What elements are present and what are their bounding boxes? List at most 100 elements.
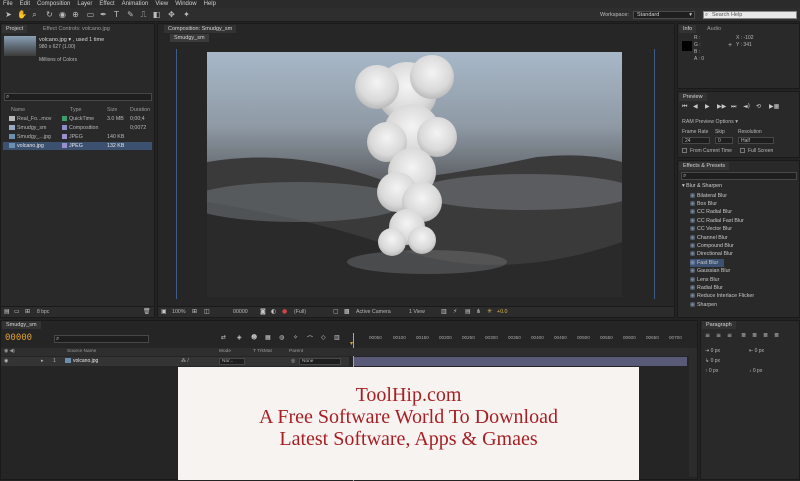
menu-animation[interactable]: Animation [122,1,149,7]
effect-item[interactable]: CC Vector Blur [690,225,732,233]
column-name[interactable]: Name [11,106,25,114]
play-icon[interactable]: ▶ [705,103,710,110]
always-preview-icon[interactable]: ▣ [161,308,167,315]
workspace-select[interactable]: Standard ▾ [633,11,695,19]
comp-mini-flowchart-icon[interactable]: ⇄ [221,334,226,341]
current-time[interactable]: 00000 [233,309,248,315]
timeline-scrollbar[interactable] [689,349,697,477]
exposure-icon[interactable]: ✳ [487,308,492,315]
column-mode[interactable]: Mode [219,348,231,356]
selection-tool-icon[interactable]: ➤ [4,10,13,19]
column-type[interactable]: Type [70,106,81,114]
from-current-time-checkbox[interactable] [682,148,687,153]
rectangle-tool-icon[interactable]: ▭ [86,10,95,19]
frame-blending-icon[interactable]: ▦ [265,334,271,341]
previous-frame-icon[interactable]: ◀ [693,103,698,110]
camera-tool-icon[interactable]: ◉ [58,10,67,19]
justify-all-icon[interactable]: ≣ [774,332,779,339]
layer-switches[interactable]: ⁂ / [181,357,189,366]
effect-item[interactable]: Sharpen [690,301,717,309]
loop-icon[interactable]: ⟲ [756,103,761,110]
menu-window[interactable]: Window [175,1,196,7]
transparency-grid-icon[interactable]: ▩ [344,308,350,315]
column-trkmat[interactable]: T TrkMat [253,348,272,356]
menu-composition[interactable]: Composition [37,1,70,7]
zoom-tool-icon[interactable]: ⌕ [30,10,39,19]
project-item[interactable]: Smudgy_sm Composition 0;0072 [3,124,152,132]
resolution-select[interactable]: (Full) [294,309,306,315]
eye-icon[interactable]: ◉ [4,357,8,366]
column-parent[interactable]: Parent [289,348,303,356]
color-channel-icon[interactable]: ● [282,308,287,315]
effects-search-input[interactable]: ⌕ [681,172,797,180]
tab-effect-controls[interactable]: Effect Controls: volcano.jpg [39,25,114,33]
rotate-tool-icon[interactable]: ↻ [45,10,54,19]
effects-category[interactable]: ▾ Blur & Sharpen [682,183,722,189]
brainstorm-icon[interactable]: ✧ [293,334,298,341]
frame-rate-select[interactable]: 24 [682,137,710,144]
expand-arrow-icon[interactable]: ▸ [41,357,44,366]
trash-icon[interactable]: 🗑 [143,308,151,315]
eraser-tool-icon[interactable]: ◧ [152,10,161,19]
bpc-label[interactable]: 8 bpc [37,309,49,315]
space-before-value[interactable]: ↑ 0 px [705,368,718,374]
effect-item[interactable]: Compound Blur [690,242,734,250]
next-frame-icon[interactable]: ▶▶ [717,103,726,110]
effect-item-selected[interactable]: Fast Blur [690,258,725,268]
justify-right-icon[interactable]: ≣ [763,332,768,339]
hide-shy-layers-icon[interactable]: ☻ [251,334,257,341]
menu-layer[interactable]: Layer [77,1,92,7]
column-source-name[interactable]: Source Name [67,348,96,356]
tab-preview[interactable]: Preview [679,93,707,101]
composition-viewer-image[interactable] [207,52,622,297]
flowchart-icon[interactable]: ⋔ [476,308,481,315]
tab-audio[interactable]: Audio [703,25,725,33]
time-ruler[interactable]: 00050 00100 00150 00200 00250 00300 0035… [351,333,691,345]
draft-3d-icon[interactable]: ◈ [237,334,242,341]
align-right-icon[interactable]: ≡ [727,332,732,339]
space-after-value[interactable]: ↓ 0 px [749,368,762,374]
menu-edit[interactable]: Edit [20,1,30,7]
pan-behind-tool-icon[interactable]: ⊕ [71,10,80,19]
resolution-select[interactable]: Half [738,137,774,144]
justify-center-icon[interactable]: ≣ [752,332,757,339]
graph-editor-icon[interactable]: ⌒ [307,334,313,343]
tab-composition[interactable]: Composition: Smudgy_sm [164,25,237,33]
menu-effect[interactable]: Effect [99,1,114,7]
camera-select[interactable]: Active Camera [356,309,391,315]
view-layout-select[interactable]: 1 View [409,309,425,315]
project-item-selected[interactable]: volcano.jpg JPEG 132 KB [3,142,152,150]
menu-view[interactable]: View [155,1,168,7]
layer-parent-select[interactable]: None [299,358,341,365]
timeline-current-time[interactable]: 00000 [5,333,32,343]
last-frame-icon[interactable]: ⏭ [731,103,736,111]
effect-item[interactable]: Reduce Interlace Flicker [690,292,754,300]
effect-item[interactable]: Radial Blur [690,284,723,292]
ram-preview-options-select[interactable]: RAM Preview Options ▾ [682,119,738,125]
exposure-value[interactable]: +0.0 [497,309,507,315]
motion-blur-icon[interactable]: ◍ [279,334,284,341]
timeline-search-input[interactable]: ⌕ [54,335,149,343]
timeline-icon[interactable]: ▤ [465,308,471,315]
tab-comp-smudgy[interactable]: Smudgy_sm [170,34,209,42]
align-left-icon[interactable]: ≡ [705,332,710,339]
text-tool-icon[interactable]: T [112,10,121,19]
tab-info[interactable]: Info [679,25,697,33]
indent-left-value[interactable]: ⇥ 0 px [705,348,720,354]
menu-help[interactable]: Help [204,1,216,7]
hand-tool-icon[interactable]: ✋ [17,10,27,19]
effect-item[interactable]: Gaussian Blur [690,267,730,275]
justify-left-icon[interactable]: ≣ [741,332,746,339]
tab-project[interactable]: Project [2,25,28,33]
layer-mode-select[interactable]: Nor... [219,358,245,365]
roto-brush-tool-icon[interactable]: ✥ [167,10,176,19]
region-of-interest-icon[interactable]: ▢ [333,308,339,315]
effect-item[interactable]: Directional Blur [690,250,733,258]
brush-tool-icon[interactable]: ✎ [126,10,135,19]
first-line-indent-value[interactable]: ↳ 0 px [705,358,720,364]
timeline-layer-row[interactable]: ◉ ▸ 1 volcano.jpg ⁂ / Nor... ◎ None [1,357,349,366]
search-help-input[interactable]: ⌕ Search Help [703,11,797,19]
puppet-tool-icon[interactable]: ✦ [182,10,191,19]
pen-tool-icon[interactable]: ✒ [99,10,108,19]
tab-effects-presets[interactable]: Effects & Presets [679,162,730,170]
